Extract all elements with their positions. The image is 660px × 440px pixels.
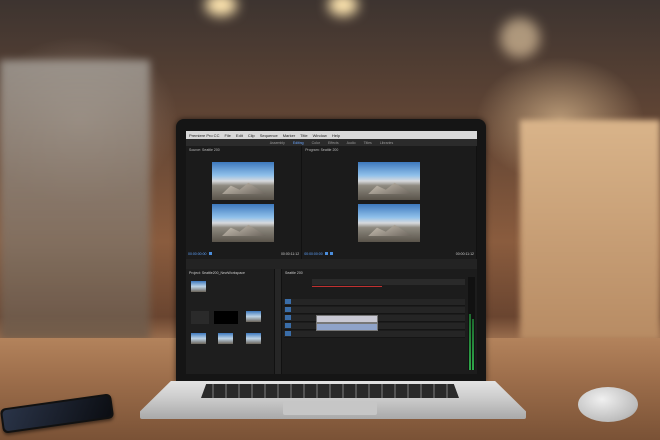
program-timecode: 00:00:00:00 bbox=[304, 251, 323, 256]
timeline-panel: Seattle 200 bbox=[282, 269, 477, 374]
laptop-touchpad bbox=[283, 402, 377, 415]
ceiling-light bbox=[500, 18, 540, 58]
video-track bbox=[284, 299, 465, 306]
program-monitor-title: Program: Seattle 200 bbox=[305, 148, 339, 152]
timeline-ruler[interactable] bbox=[312, 279, 465, 285]
monitor-panels: Source: Seattle 200 00:00:00:00 00:00:11… bbox=[186, 146, 477, 259]
workspace-tab[interactable]: Libraries bbox=[380, 141, 393, 145]
workspace-tab[interactable]: Assembly bbox=[270, 141, 285, 145]
meter-right bbox=[472, 318, 474, 370]
laptop-screen: Premiere Pro CC File Edit Clip Sequence … bbox=[186, 131, 477, 374]
audio-meters bbox=[468, 277, 475, 370]
step-button[interactable] bbox=[329, 252, 333, 255]
source-monitor: Source: Seattle 200 00:00:00:00 00:00:11… bbox=[186, 146, 303, 259]
computer-mouse bbox=[578, 387, 638, 422]
laptop-keyboard bbox=[201, 384, 459, 398]
program-video-frame bbox=[358, 162, 421, 200]
menu-sequence[interactable]: Sequence bbox=[260, 133, 278, 138]
photo-scene: Premiere Pro CC File Edit Clip Sequence … bbox=[0, 0, 660, 440]
play-button[interactable] bbox=[324, 252, 328, 255]
project-clip-thumb[interactable] bbox=[191, 281, 206, 292]
project-clip-thumb[interactable] bbox=[214, 311, 238, 324]
timeline-title: Seattle 200 bbox=[285, 271, 303, 275]
menu-file[interactable]: File bbox=[224, 133, 230, 138]
audio-track bbox=[284, 331, 465, 338]
audio-clip[interactable] bbox=[316, 323, 378, 331]
project-clip-thumb[interactable] bbox=[191, 333, 206, 344]
menu-help[interactable]: Help bbox=[332, 133, 340, 138]
source-video-frame bbox=[212, 162, 274, 200]
background-right-blur bbox=[520, 120, 660, 340]
video-track bbox=[284, 307, 465, 314]
background-left-blur bbox=[0, 60, 150, 340]
tools-panel[interactable] bbox=[275, 269, 282, 374]
program-duration: 00:00:11:12 bbox=[455, 251, 474, 256]
menu-marker[interactable]: Marker bbox=[283, 133, 295, 138]
program-transport: 00:00:00:00 00:00:11:12 bbox=[304, 250, 474, 257]
menu-app[interactable]: Premiere Pro CC bbox=[189, 133, 219, 138]
meter-left bbox=[469, 314, 471, 370]
project-clip-thumb[interactable] bbox=[246, 333, 261, 344]
video-clip[interactable] bbox=[316, 315, 378, 323]
project-panel: Project: Seattle200_NewWorkspace bbox=[186, 269, 275, 374]
play-button[interactable] bbox=[208, 252, 212, 255]
project-clip-thumb[interactable] bbox=[218, 333, 233, 344]
workspace-tab[interactable]: Editing bbox=[293, 141, 304, 145]
workspace-tab[interactable]: Effects bbox=[328, 141, 339, 145]
track-toggle[interactable] bbox=[285, 299, 291, 304]
menu-window[interactable]: Window bbox=[313, 133, 327, 138]
track-toggle[interactable] bbox=[285, 323, 291, 328]
project-clip-thumb[interactable] bbox=[191, 311, 209, 324]
app-menubar: Premiere Pro CC File Edit Clip Sequence … bbox=[186, 131, 477, 139]
workspace-tab[interactable]: Color bbox=[312, 141, 320, 145]
source-transport: 00:00:00:00 00:00:11:12 bbox=[188, 250, 299, 257]
menu-title[interactable]: Title bbox=[300, 133, 307, 138]
track-toggle[interactable] bbox=[285, 315, 291, 320]
source-video-frame bbox=[212, 204, 274, 242]
workspace-tab[interactable]: Audio bbox=[347, 141, 356, 145]
workspace-tab[interactable]: Titles bbox=[364, 141, 372, 145]
project-clip-thumb[interactable] bbox=[246, 311, 261, 322]
track-toggle[interactable] bbox=[285, 331, 291, 336]
track-toggle[interactable] bbox=[285, 307, 291, 312]
source-duration: 00:00:11:12 bbox=[280, 251, 300, 256]
program-monitor: Program: Seattle 200 00:00:00:00 00:00:1… bbox=[302, 146, 477, 259]
work-area-bar[interactable] bbox=[312, 286, 382, 287]
source-monitor-title: Source: Seattle 200 bbox=[189, 148, 220, 152]
workspace-bar: Assembly Editing Color Effects Audio Tit… bbox=[186, 139, 477, 146]
source-timecode: 00:00:00:00 bbox=[188, 251, 207, 256]
project-panel-title: Project: Seattle200_NewWorkspace bbox=[189, 271, 245, 275]
program-video-frame bbox=[358, 204, 421, 242]
menu-edit[interactable]: Edit bbox=[236, 133, 243, 138]
lower-panels: Project: Seattle200_NewWorkspace Seattle… bbox=[186, 269, 477, 374]
menu-clip[interactable]: Clip bbox=[248, 133, 255, 138]
